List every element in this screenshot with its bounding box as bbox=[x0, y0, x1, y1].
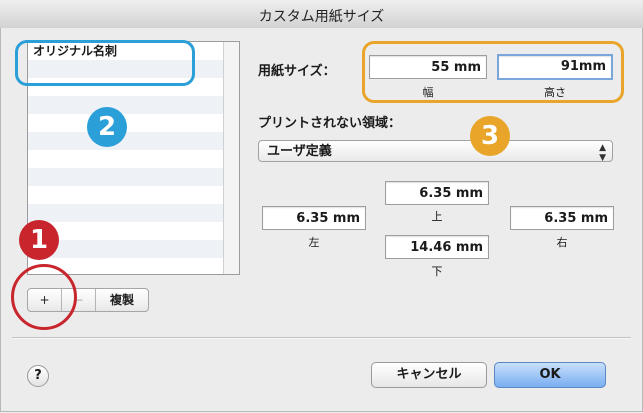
list-item bbox=[28, 168, 224, 186]
list-item bbox=[28, 186, 224, 204]
duplicate-button[interactable]: 複製 bbox=[96, 289, 148, 311]
select-arrows-icon: ▲ ▼ bbox=[599, 143, 606, 163]
margins-label: プリントされない領域： bbox=[258, 116, 402, 131]
list-item bbox=[28, 96, 224, 114]
list-scrollbar[interactable] bbox=[223, 42, 239, 274]
margin-top-caption: 上 bbox=[431, 210, 443, 223]
annotation-badge-3: 3 bbox=[470, 116, 510, 156]
list-item bbox=[28, 150, 224, 168]
callout-highlight-list bbox=[15, 40, 195, 86]
title-bar: カスタム用紙サイズ bbox=[0, 0, 643, 29]
margin-bottom-field[interactable]: 14.46 mm bbox=[385, 235, 489, 259]
help-button[interactable]: ? bbox=[27, 365, 49, 387]
margin-left-field[interactable]: 6.35 mm bbox=[262, 206, 366, 230]
margin-left-caption: 左 bbox=[308, 236, 320, 249]
margin-right-field[interactable]: 6.35 mm bbox=[510, 206, 614, 230]
annotation-badge-2: 2 bbox=[87, 107, 127, 147]
annotation-badge-1: 1 bbox=[19, 220, 59, 260]
margin-top-field[interactable]: 6.35 mm bbox=[385, 181, 489, 205]
callout-ring-add bbox=[11, 264, 77, 330]
list-item bbox=[28, 204, 224, 222]
margin-preset-value: ユーザ定義 bbox=[267, 144, 332, 159]
margin-right-caption: 右 bbox=[556, 236, 568, 249]
cancel-button[interactable]: キャンセル bbox=[371, 362, 487, 388]
ok-button[interactable]: OK bbox=[494, 362, 606, 388]
margin-preset-select[interactable]: ユーザ定義 ▲ ▼ bbox=[258, 140, 613, 163]
list-item bbox=[28, 132, 224, 150]
footer-separator bbox=[12, 337, 631, 339]
paper-size-label: 用紙サイズ： bbox=[258, 64, 336, 79]
margin-bottom-caption: 下 bbox=[431, 265, 443, 278]
window-title: カスタム用紙サイズ bbox=[258, 9, 385, 25]
callout-highlight-size bbox=[362, 41, 624, 103]
